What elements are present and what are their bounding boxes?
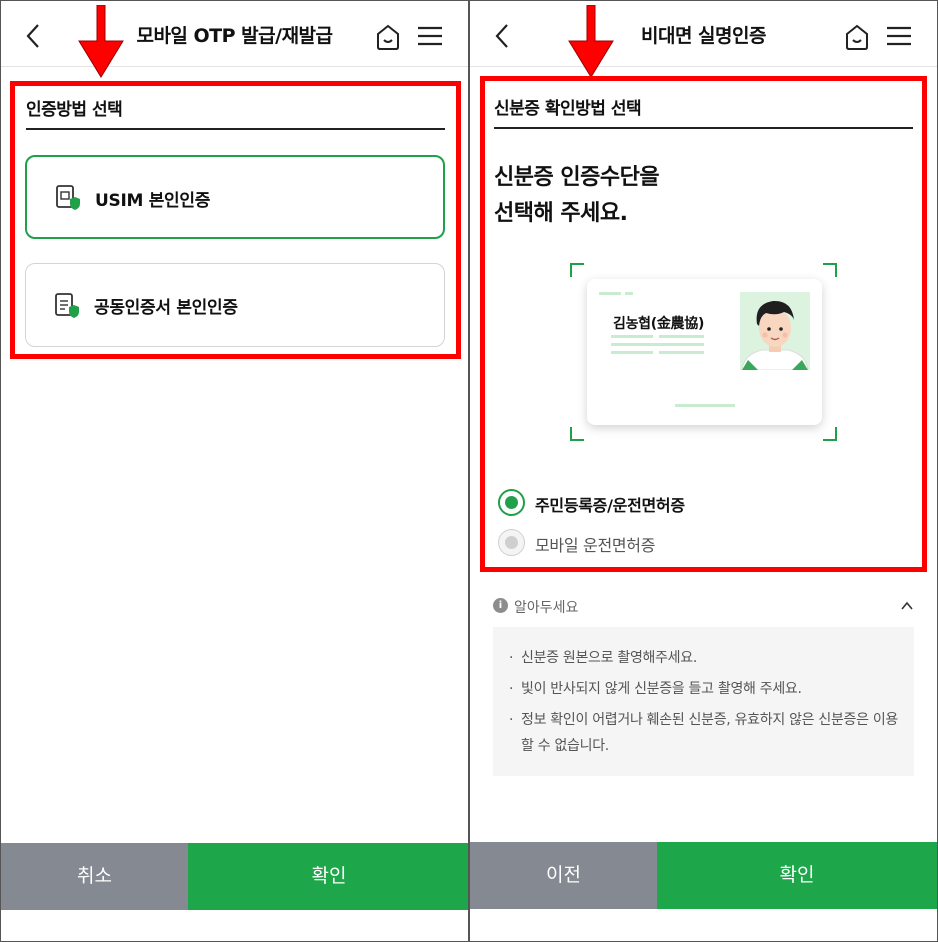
radio-selected-icon[interactable] (498, 489, 525, 516)
card-text-lines (611, 335, 704, 354)
previous-button[interactable]: 이전 (470, 842, 657, 909)
notice-text: 정보 확인이 어렵거나 훼손된 신분증, 유효하지 않은 신분증은 이용할 수 … (521, 712, 899, 754)
usim-shield-icon (56, 185, 80, 210)
header: 모바일 OTP 발급/재발급 (1, 1, 468, 67)
id-card-illustration: 김농협(金農協) (587, 279, 822, 425)
info-icon: i (493, 598, 508, 613)
instruction-text: 신분증 인증수단을 선택해 주세요. (494, 160, 660, 232)
notice-item: · 신분증 원본으로 촬영해주세요. (509, 645, 909, 671)
confirm-button[interactable]: 확인 (657, 842, 937, 909)
id-card-name: 김농협(金農協) (613, 316, 705, 332)
scan-corner (570, 427, 584, 441)
section-divider (494, 127, 913, 129)
notice-item: · 정보 확인이 어렵거나 훼손된 신분증, 유효하지 않은 신분증은 이용할 … (509, 707, 909, 763)
option-label: 주민등록증/운전면허증 (535, 496, 685, 515)
left-screen: 모바일 OTP 발급/재발급 인증방법 선택 USIM 본인인증 공동인증서 본… (0, 0, 469, 942)
red-arrow-annotation (78, 5, 124, 78)
scan-corner (823, 427, 837, 441)
notice-box: · 신분증 원본으로 촬영해주세요. · 빛이 반사되지 않게 신분증을 들고 … (493, 627, 914, 776)
id-photo-illustration (740, 292, 810, 370)
instruction-line: 신분증 인증수단을 (494, 165, 660, 190)
bullet-dot: · (509, 650, 514, 666)
menu-icon[interactable] (886, 25, 912, 47)
section-divider (26, 128, 445, 130)
card-accent-lines (599, 292, 633, 295)
method-label: USIM 본인인증 (95, 191, 211, 211)
radio-unselected-icon[interactable] (498, 529, 525, 556)
home-icon[interactable] (844, 23, 870, 51)
cancel-button[interactable]: 취소 (1, 843, 188, 910)
bullet-dot: · (509, 712, 514, 728)
instruction-line: 선택해 주세요. (494, 201, 628, 226)
notice-title: 알아두세요 (514, 600, 579, 616)
scan-corner (823, 263, 837, 277)
header: 비대면 실명인증 (470, 1, 937, 67)
section-title: 인증방법 선택 (26, 100, 123, 120)
notice-header[interactable]: i 알아두세요 (493, 597, 914, 617)
document-shield-icon (55, 293, 79, 318)
home-icon[interactable] (375, 23, 401, 51)
method-usim[interactable]: USIM 본인인증 (25, 155, 445, 239)
option-label: 모바일 운전면허증 (535, 536, 656, 555)
person-avatar-icon (741, 300, 809, 370)
chevron-up-icon[interactable] (900, 599, 914, 613)
notice-text: 빛이 반사되지 않게 신분증을 들고 촬영해 주세요. (521, 681, 802, 697)
section-title: 신분증 확인방법 선택 (494, 99, 642, 119)
card-bottom-line (675, 404, 735, 407)
menu-icon[interactable] (417, 25, 443, 47)
confirm-button[interactable]: 확인 (188, 843, 468, 910)
notice-text: 신분증 원본으로 촬영해주세요. (521, 650, 697, 666)
bullet-dot: · (509, 681, 514, 697)
method-label: 공동인증서 본인인증 (94, 298, 238, 318)
notice-item: · 빛이 반사되지 않게 신분증을 들고 촬영해 주세요. (509, 676, 909, 702)
scan-corner (570, 263, 584, 277)
method-certificate[interactable]: 공동인증서 본인인증 (25, 263, 445, 347)
red-arrow-annotation (568, 5, 614, 78)
